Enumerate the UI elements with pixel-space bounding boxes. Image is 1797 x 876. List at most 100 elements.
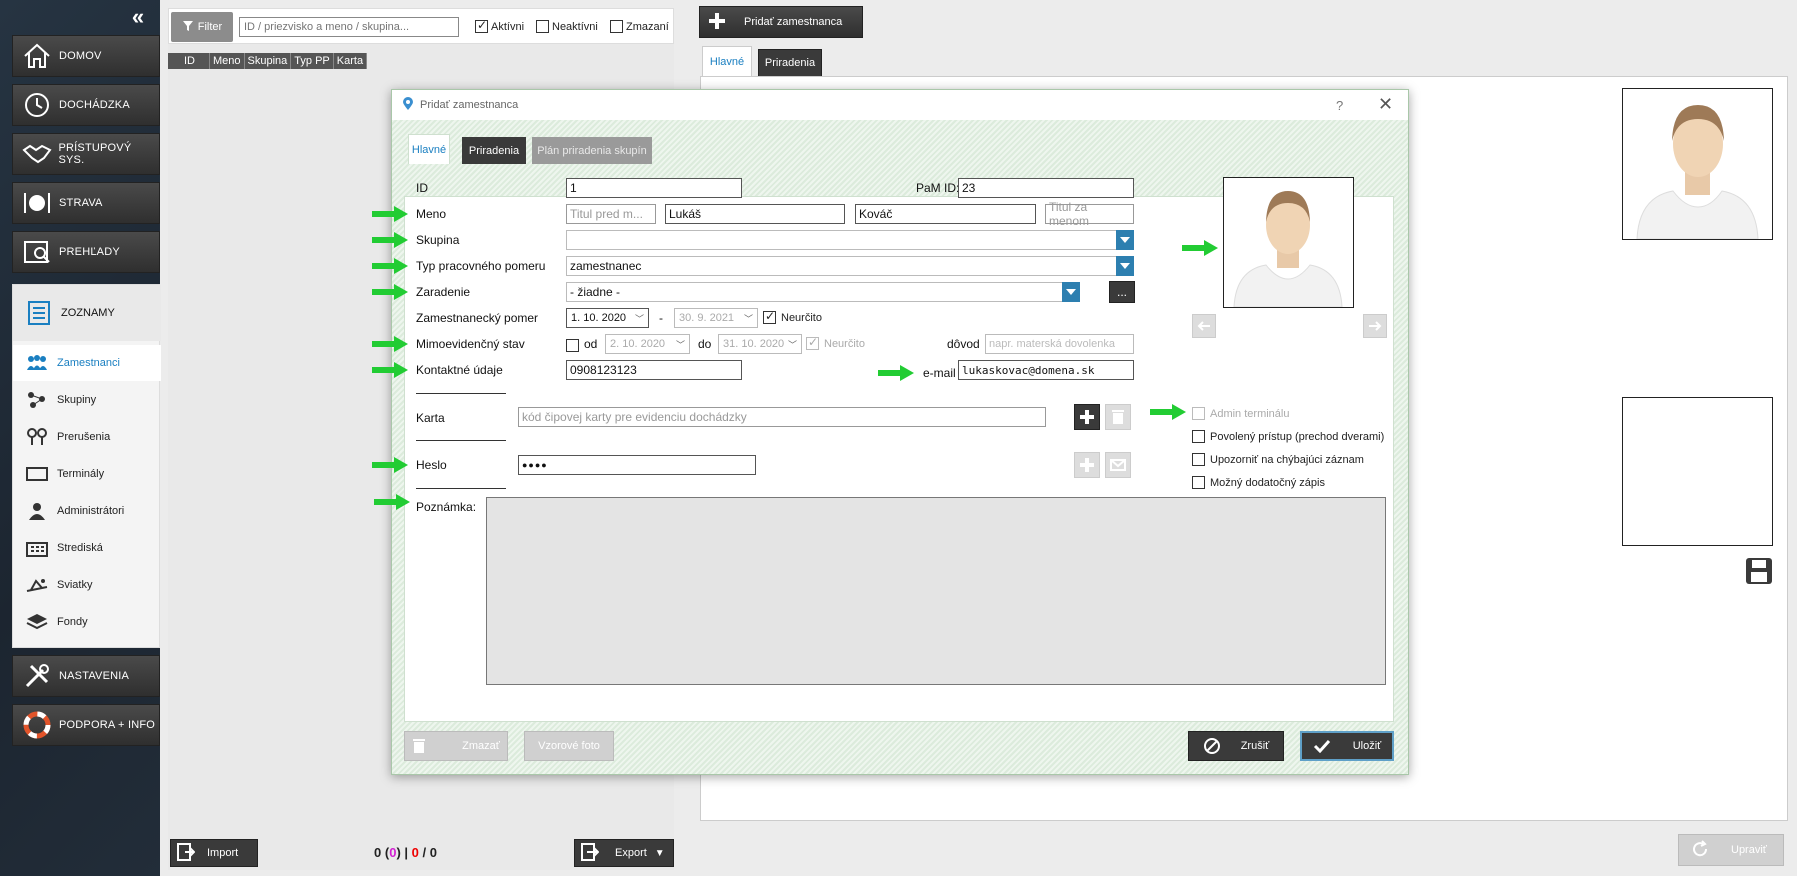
nav-podpora[interactable]: PODPORA + INFO: [12, 704, 160, 746]
photo-next-button[interactable]: [1363, 314, 1387, 338]
chevron-down-icon[interactable]: ﹀: [635, 312, 644, 325]
option-dodatocny-zapis[interactable]: Možný dodatočný zápis: [1192, 476, 1325, 489]
pomer-neurcito-checkbox[interactable]: [763, 309, 776, 324]
nav-pristupovy[interactable]: PRÍSTUPOVÝ SYS.: [12, 133, 160, 175]
filter-button[interactable]: Filter: [171, 12, 233, 42]
option-upozornit[interactable]: Upozorniť na chýbajúci záznam: [1192, 453, 1364, 466]
employee-photo: [1622, 88, 1773, 240]
filter-neaktivni[interactable]: Neaktívni: [536, 20, 598, 33]
upozornit-checkbox[interactable]: [1192, 453, 1205, 466]
heslo-input[interactable]: ●●●●: [518, 455, 756, 475]
first-name-input[interactable]: Lukáš: [665, 204, 845, 224]
typ-select[interactable]: zamestnanec: [566, 256, 1134, 276]
sidebar-item-skupiny[interactable]: Skupiny: [13, 382, 161, 418]
title-after-input[interactable]: Titul za menom: [1045, 200, 1134, 228]
col-typ-pp[interactable]: Typ PP: [291, 53, 334, 69]
delete-card-button[interactable]: [1105, 404, 1131, 430]
chevron-down-icon[interactable]: [1062, 282, 1080, 302]
add-password-button[interactable]: [1074, 452, 1100, 478]
dodatocny-zapis-checkbox[interactable]: [1192, 476, 1205, 489]
chevron-down-icon[interactable]: [1116, 256, 1134, 276]
mimo-neurcito[interactable]: Neurčito: [806, 335, 865, 350]
povoleny-pristup-checkbox[interactable]: [1192, 430, 1205, 443]
heslo-label: Heslo: [416, 458, 447, 472]
poznamka-textarea[interactable]: [486, 497, 1386, 685]
skupina-select[interactable]: [566, 230, 1134, 250]
nav-domov[interactable]: DOMOV: [12, 35, 160, 77]
pam-input[interactable]: 23: [958, 178, 1134, 198]
sidebar-item-administratori[interactable]: Administrátori: [13, 493, 161, 529]
sidebar-item-prerusenia[interactable]: Prerušenia: [13, 419, 161, 455]
aktivni-checkbox[interactable]: [475, 18, 488, 33]
delete-button[interactable]: Zmazať: [404, 731, 508, 761]
pomer-to-date[interactable]: 30. 9. 2021 ﹀: [674, 308, 758, 328]
chevron-down-icon[interactable]: ﹀: [788, 338, 797, 351]
sidebar-item-zamestnanci[interactable]: Zamestnanci: [13, 345, 161, 381]
chevron-down-icon[interactable]: ﹀: [676, 338, 685, 351]
close-icon[interactable]: ✕: [1378, 94, 1393, 115]
save-button[interactable]: Uložiť: [1300, 731, 1394, 761]
title-before-input[interactable]: Titul pred m...: [566, 204, 656, 224]
last-name-input[interactable]: Kováč: [855, 204, 1036, 224]
arrow-right-icon: [1150, 404, 1186, 420]
list-search-input[interactable]: [239, 17, 459, 37]
sidebar-item-sviatky[interactable]: Sviatky: [13, 567, 161, 603]
export-button[interactable]: Export ▼: [574, 839, 674, 867]
dialog-tab-hlavne[interactable]: Hlavné: [408, 134, 450, 164]
mimo-neurcito-checkbox[interactable]: [806, 335, 819, 350]
send-password-button[interactable]: [1105, 452, 1131, 478]
dialog-tab-plan[interactable]: Plán priradenia skupín: [532, 137, 652, 164]
tab-priradenia[interactable]: Priradenia: [758, 49, 822, 76]
dialog-tab-priradenia[interactable]: Priradenia: [462, 137, 526, 164]
chevron-down-icon[interactable]: ﹀: [744, 312, 753, 325]
save-disk-icon[interactable]: [1745, 557, 1773, 585]
photo-prev-button[interactable]: [1192, 314, 1216, 338]
zoznamy-header[interactable]: ZOZNAMY: [13, 285, 161, 341]
arrow-right-icon: [1182, 240, 1218, 256]
id-input[interactable]: 1: [566, 178, 742, 198]
sidebar-item-fondy[interactable]: Fondy: [13, 604, 161, 640]
karta-input[interactable]: kód čipovej karty pre evidenciu dochádzk…: [518, 407, 1046, 427]
lifebuoy-icon: [19, 707, 55, 743]
tab-hlavne[interactable]: Hlavné: [702, 46, 752, 76]
nav-dochadzka[interactable]: DOCHÁDZKA: [12, 84, 160, 126]
sidebar-item-strediska[interactable]: Strediská: [13, 530, 161, 566]
kontakt-input[interactable]: 0908123123: [566, 360, 742, 380]
zaradenie-select[interactable]: - žiadne -: [566, 282, 1080, 302]
col-id[interactable]: ID: [168, 53, 210, 69]
admin-terminalu-checkbox[interactable]: [1192, 407, 1205, 420]
nav-prehlady[interactable]: PREHĽADY: [12, 231, 160, 273]
filter-aktivni[interactable]: Aktívni: [475, 18, 524, 33]
email-input[interactable]: lukaskovac@domena.sk: [958, 360, 1134, 380]
mimo-to-date[interactable]: 31. 10. 2020 ﹀: [718, 334, 802, 354]
add-employee-button[interactable]: Pridať zamestnanca: [699, 6, 863, 38]
edit-button[interactable]: Upraviť: [1678, 834, 1784, 866]
sample-photo-button[interactable]: Vzorové foto: [524, 731, 614, 761]
col-karta[interactable]: Karta: [334, 53, 368, 69]
mimo-checkbox[interactable]: [566, 339, 579, 353]
col-skupina[interactable]: Skupina: [245, 53, 292, 69]
sidebar-item-terminaly[interactable]: Terminály: [13, 456, 161, 492]
neaktivni-checkbox[interactable]: [536, 20, 549, 33]
pomer-from-date[interactable]: 1. 10. 2020 ﹀: [566, 308, 649, 328]
option-admin-terminalu[interactable]: Admin terminálu: [1192, 407, 1289, 420]
dovod-input[interactable]: napr. materská dovolenka: [985, 334, 1134, 354]
col-meno[interactable]: Meno: [210, 53, 245, 69]
pomer-neurcito[interactable]: Neurčito: [763, 309, 822, 324]
collapse-sidebar-icon[interactable]: «: [128, 6, 148, 28]
option-povoleny-pristup[interactable]: Povolený prístup (prechod dverami): [1192, 430, 1384, 443]
chevron-down-icon[interactable]: [1116, 230, 1134, 250]
help-icon[interactable]: ?: [1336, 98, 1343, 113]
dialog-employee-photo[interactable]: [1223, 177, 1354, 308]
add-card-button[interactable]: [1074, 404, 1100, 430]
nav-strava[interactable]: STRAVA: [12, 182, 160, 224]
mimo-from-date[interactable]: 2. 10. 2020 ﹀: [605, 334, 690, 354]
nav-nastavenia[interactable]: NASTAVENIA: [12, 655, 160, 697]
chevron-down-icon[interactable]: ▼: [655, 848, 665, 859]
zmazani-checkbox[interactable]: [610, 20, 623, 33]
import-button[interactable]: Import: [170, 839, 258, 867]
zaradenie-more-button[interactable]: ...: [1109, 281, 1135, 303]
arrow-right-icon: [1369, 321, 1382, 331]
filter-zmazani[interactable]: Zmazaní: [610, 20, 669, 33]
cancel-button[interactable]: Zrušiť: [1188, 731, 1284, 761]
